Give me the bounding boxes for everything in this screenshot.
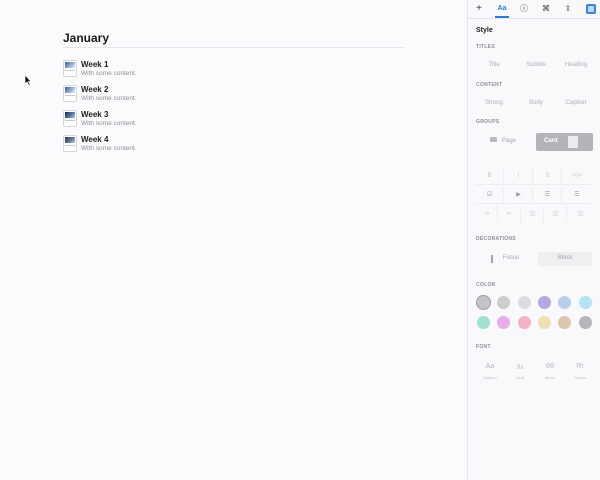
- app-icon[interactable]: [586, 4, 596, 14]
- align-center-icon[interactable]: ◫: [545, 206, 567, 223]
- color-swatch[interactable]: [537, 296, 551, 309]
- groups-section-label: GROUPS: [476, 119, 500, 125]
- outdent-icon[interactable]: ⇤: [499, 206, 521, 223]
- title-divider: [63, 47, 404, 48]
- color-swatch[interactable]: [517, 316, 531, 329]
- group-page-label: Page: [502, 138, 517, 144]
- list-item-subtitle: With some content.: [81, 145, 137, 152]
- page-thumbnail-icon: [63, 85, 77, 102]
- heading-style-option[interactable]: Heading: [556, 62, 596, 68]
- sidebar-toolbar: + Aa ⓘ ⌘ ⇪: [468, 0, 600, 18]
- color-swatch[interactable]: [558, 296, 572, 309]
- strikethrough-icon[interactable]: S: [534, 168, 562, 185]
- app-window: January Week 1 With some content. Week 2…: [0, 0, 600, 480]
- page-thumbnail-icon: [63, 135, 77, 152]
- focus-bar-icon: [491, 255, 493, 263]
- color-swatch[interactable]: [578, 316, 592, 329]
- color-swatch[interactable]: [578, 296, 592, 309]
- bold-icon[interactable]: B: [476, 168, 504, 185]
- color-swatch[interactable]: [497, 296, 511, 309]
- italic-icon[interactable]: I: [505, 168, 533, 185]
- caption-style-option[interactable]: Caption: [556, 100, 596, 106]
- font-option-name: Mono: [544, 375, 555, 380]
- body-style-option[interactable]: Body: [516, 100, 556, 106]
- color-swatch[interactable]: [477, 316, 490, 329]
- list-item-subtitle: With some content.: [81, 95, 137, 102]
- list-item-subtitle: With some content.: [81, 120, 137, 127]
- group-page-button[interactable]: Page: [476, 133, 534, 151]
- style-heading: Style: [476, 27, 493, 34]
- list-item-title: Week 1: [81, 60, 109, 69]
- color-section-label: COLOR: [476, 282, 496, 288]
- list-item-subtitle: With some content.: [81, 70, 137, 77]
- card-icon: [568, 136, 578, 148]
- page-thumbnail-icon: [63, 60, 77, 77]
- font-section-label: FONT: [476, 344, 491, 350]
- color-swatch[interactable]: [517, 296, 531, 309]
- toggle-icon[interactable]: ▶: [505, 187, 533, 204]
- code-icon[interactable]: </>: [563, 168, 591, 185]
- group-card-button[interactable]: Card: [536, 133, 593, 151]
- strong-style-option[interactable]: Strong: [476, 100, 512, 106]
- style-tab[interactable]: Aa: [495, 3, 509, 15]
- color-swatch[interactable]: [558, 316, 572, 329]
- info-icon[interactable]: ⓘ: [517, 3, 531, 15]
- font-option-glyph: Aa: [485, 363, 495, 370]
- share-icon[interactable]: ⇪: [561, 3, 575, 15]
- indent-icon[interactable]: ⇥: [476, 206, 498, 223]
- decorations-section-label: DECORATIONS: [476, 236, 516, 242]
- color-swatch[interactable]: [477, 296, 490, 309]
- page-title: January: [63, 31, 110, 45]
- color-swatch[interactable]: [537, 316, 551, 329]
- inspector-sidebar: + Aa ⓘ ⌘ ⇪ Style TITLES Title Subtitle H…: [467, 0, 600, 480]
- group-card-label: Card: [544, 138, 558, 144]
- decoration-block-label: Block: [557, 255, 573, 261]
- subtitle-style-option[interactable]: Subtitle: [516, 62, 556, 68]
- decoration-focus-button[interactable]: Focus: [476, 252, 534, 266]
- color-swatch[interactable]: [497, 316, 511, 329]
- list-item[interactable]: Week 3 With some content.: [63, 110, 263, 132]
- mouse-pointer-icon: [24, 75, 32, 86]
- page-thumbnail-icon: [63, 110, 77, 127]
- font-option-name: Round: [574, 375, 586, 380]
- list-item-title: Week 3: [81, 110, 109, 119]
- font-option-glyph: Ss: [516, 363, 524, 371]
- command-icon[interactable]: ⌘: [539, 3, 553, 15]
- plus-icon[interactable]: +: [472, 3, 486, 15]
- font-option-glyph: Rr: [576, 363, 584, 370]
- list-item[interactable]: Week 4 With some content.: [63, 135, 263, 157]
- bullet-list-icon[interactable]: ☰: [563, 187, 591, 204]
- decoration-block-button[interactable]: Block: [538, 252, 592, 266]
- title-style-option[interactable]: Title: [476, 62, 512, 68]
- align-right-icon[interactable]: ◫: [568, 206, 593, 223]
- decoration-focus-label: Focus: [502, 255, 520, 261]
- list-item[interactable]: Week 2 With some content.: [63, 85, 263, 107]
- page-icon: [490, 137, 497, 142]
- align-left-icon[interactable]: ◫: [522, 206, 544, 223]
- document-area[interactable]: January Week 1 With some content. Week 2…: [0, 0, 467, 480]
- titles-section-label: TITLES: [476, 44, 496, 50]
- checkbox-icon[interactable]: ☑: [476, 187, 504, 204]
- content-section-label: CONTENT: [476, 82, 503, 88]
- numbered-list-icon[interactable]: ☰: [534, 187, 562, 204]
- font-option-name: System: [483, 375, 497, 380]
- font-option-name: Serif: [515, 375, 525, 380]
- list-item-title: Week 2: [81, 85, 109, 94]
- list-item-title: Week 4: [81, 135, 109, 144]
- toolbar-divider: [468, 18, 600, 19]
- list-item[interactable]: Week 1 With some content.: [63, 60, 263, 82]
- font-option-glyph: 00: [545, 363, 555, 371]
